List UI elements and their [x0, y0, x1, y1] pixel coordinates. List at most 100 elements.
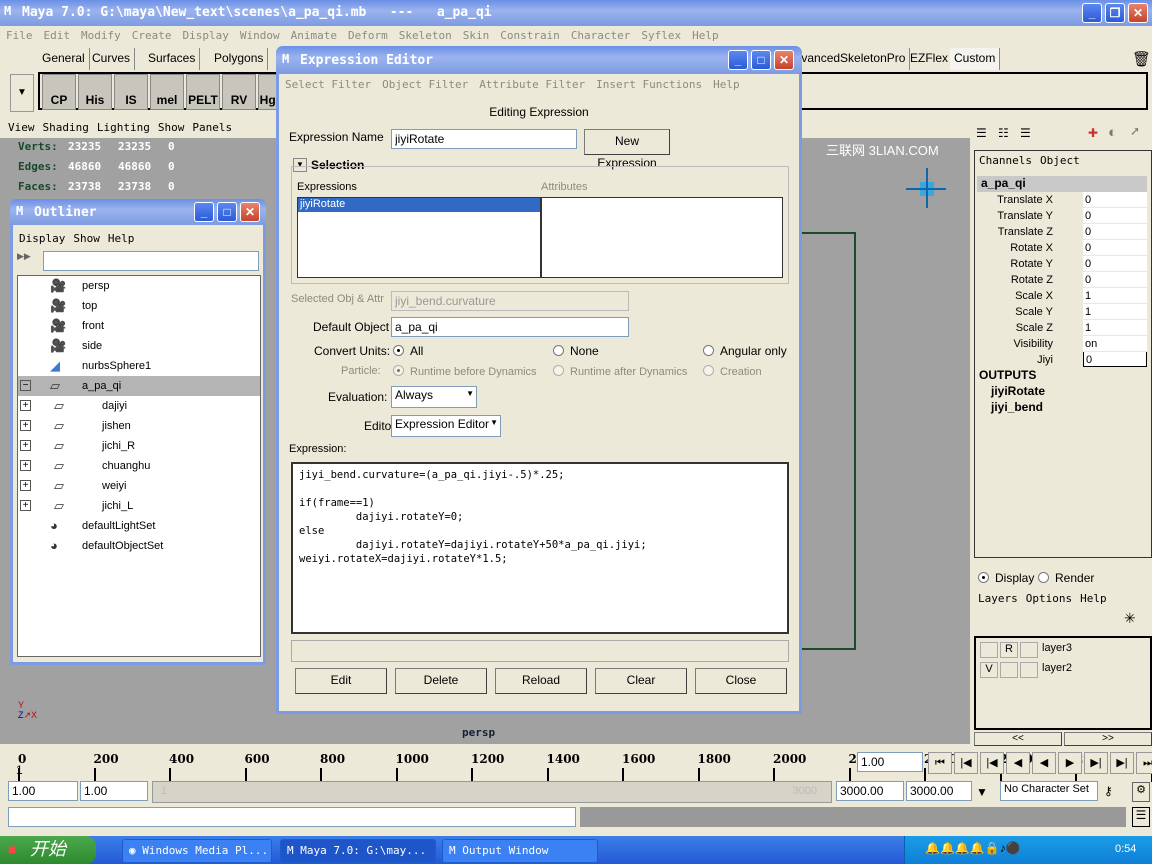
attributes-list[interactable]: [541, 197, 783, 278]
outliner-item[interactable]: 🎥 front: [18, 316, 260, 336]
close-button[interactable]: ✕: [774, 50, 794, 70]
channel-row[interactable]: Translate X 0: [975, 192, 1147, 208]
shading-icon[interactable]: ◐: [1108, 124, 1117, 141]
channel-value[interactable]: 0: [1083, 224, 1147, 239]
auto-key-icon[interactable]: ⚷: [1104, 784, 1113, 798]
edit-button[interactable]: Edit: [295, 668, 387, 694]
outliner-item[interactable]: ◕ defaultLightSet: [18, 516, 260, 536]
reload-button[interactable]: Reload: [495, 668, 587, 694]
layer-visibility-toggle[interactable]: [980, 642, 998, 658]
shelf-button-pelt[interactable]: PELT: [186, 74, 220, 110]
panel-menu-shading[interactable]: Shading: [43, 121, 89, 134]
channel-menu-object[interactable]: Object: [1040, 154, 1080, 167]
channel-row[interactable]: Rotate Y 0: [975, 256, 1147, 272]
shelf-tab-general[interactable]: General: [38, 48, 90, 70]
outliner-item[interactable]: + ▱ jichi_L: [18, 496, 260, 516]
expand-icon[interactable]: +: [20, 420, 31, 431]
menu-window[interactable]: Window: [240, 29, 280, 42]
shelf-button-is[interactable]: IS: [114, 74, 148, 110]
maximize-button[interactable]: □: [751, 50, 771, 70]
outliner-item[interactable]: 🎥 top: [18, 296, 260, 316]
output-item[interactable]: jiyi_bend: [991, 400, 1043, 414]
layer-prev-button[interactable]: <<: [974, 732, 1062, 746]
outliner-menu-help[interactable]: Help: [108, 232, 135, 245]
layer-render-toggle[interactable]: R: [1000, 642, 1018, 658]
shelf-tab-ezflex[interactable]: EZFlex: [906, 48, 954, 70]
channel-value[interactable]: on: [1083, 336, 1147, 351]
step-back-frame-icon[interactable]: |◀: [980, 752, 1004, 774]
start-button[interactable]: ■ 开始: [0, 836, 96, 864]
channel-menu-channels[interactable]: Channels: [979, 154, 1032, 167]
close-button[interactable]: ✕: [240, 202, 260, 222]
shelf-tab-curves[interactable]: Curves: [88, 48, 136, 70]
panel-menu-lighting[interactable]: Lighting: [97, 121, 150, 134]
expression-textarea[interactable]: jiyi_bend.curvature=(a_pa_qi.jiyi-.5)*.2…: [291, 462, 789, 634]
default-object-input[interactable]: [391, 317, 629, 337]
radio-angular-only[interactable]: Angular only: [703, 344, 787, 358]
layer-color-swatch[interactable]: [1020, 662, 1038, 678]
shelf-tab-custom[interactable]: Custom: [950, 48, 1001, 70]
expand-icon[interactable]: +: [20, 440, 31, 451]
arrow-icon[interactable]: ➚: [1130, 124, 1140, 138]
view-axis-cube-icon[interactable]: [906, 168, 946, 208]
anim-prefs-icon[interactable]: ⚙: [1132, 782, 1150, 802]
current-time-input[interactable]: [857, 752, 923, 772]
outliner-item[interactable]: 🎥 side: [18, 336, 260, 356]
channel-value[interactable]: 1: [1083, 304, 1147, 319]
end-time-input[interactable]: [906, 781, 972, 801]
layer-editor-icon[interactable]: ☷: [998, 126, 1009, 140]
channel-row[interactable]: Scale Y 1: [975, 304, 1147, 320]
outliner-item[interactable]: ◢ nurbsSphere1: [18, 356, 260, 376]
channel-value[interactable]: 0: [1083, 256, 1147, 271]
expression-name-input[interactable]: [391, 129, 577, 149]
outliner-item[interactable]: + ▱ jishen: [18, 416, 260, 436]
radio-render[interactable]: Render: [1038, 571, 1094, 585]
close-button[interactable]: ✕: [1128, 3, 1148, 23]
output-item[interactable]: jiyiRotate: [991, 384, 1045, 398]
menu-syflex[interactable]: Syflex: [641, 29, 681, 42]
manipulator-icon[interactable]: ✚: [1088, 126, 1098, 140]
outliner-menu-show[interactable]: Show: [73, 232, 100, 245]
character-set-dropdown-icon[interactable]: ▼: [976, 785, 988, 799]
channel-value[interactable]: 0: [1083, 208, 1147, 223]
ee-menu-item[interactable]: Object Filter: [382, 78, 468, 91]
step-back-key-icon[interactable]: |◀: [954, 752, 978, 774]
ee-menu-item[interactable]: Help: [713, 78, 740, 91]
layer-render-toggle[interactable]: [1000, 662, 1018, 678]
key-back-icon[interactable]: ◀: [1006, 752, 1030, 774]
menu-deform[interactable]: Deform: [348, 29, 388, 42]
menu-skin[interactable]: Skin: [463, 29, 490, 42]
outliner-item[interactable]: + ▱ dajiyi: [18, 396, 260, 416]
ee-menu-item[interactable]: Attribute Filter: [479, 78, 585, 91]
shelf-button-mel[interactable]: mel: [150, 74, 184, 110]
outliner-menu-display[interactable]: Display: [19, 232, 65, 245]
outliner-item[interactable]: 🎥 persp: [18, 276, 260, 296]
channel-row[interactable]: Translate Z 0: [975, 224, 1147, 240]
outliner-item[interactable]: + ▱ chuanghu: [18, 456, 260, 476]
outliner-item[interactable]: − ▱ a_pa_qi: [18, 376, 260, 396]
menu-modify[interactable]: Modify: [81, 29, 121, 42]
minimize-button[interactable]: _: [194, 202, 214, 222]
minimize-button[interactable]: _: [728, 50, 748, 70]
channel-value[interactable]: 0: [1083, 240, 1147, 255]
maximize-button[interactable]: □: [217, 202, 237, 222]
channel-row[interactable]: Scale X 1: [975, 288, 1147, 304]
shelf-collapse-icon[interactable]: ▼: [10, 74, 34, 112]
shelf-button-his[interactable]: His: [78, 74, 112, 110]
layer-row[interactable]: Vlayer2: [980, 662, 1130, 680]
shelf-tab-advancedskeletonpro[interactable]: advancedSkeletonPro: [784, 48, 911, 70]
expand-icon[interactable]: +: [20, 460, 31, 471]
radio-all[interactable]: All: [393, 344, 423, 358]
layer-visibility-toggle[interactable]: V: [980, 662, 998, 678]
delete-button[interactable]: Delete: [395, 668, 487, 694]
channel-value[interactable]: 0: [1083, 192, 1147, 207]
expression-item[interactable]: jiyiRotate: [298, 198, 540, 212]
channel-row[interactable]: Scale Z 1: [975, 320, 1147, 336]
channel-layer-icon[interactable]: ☰: [1020, 126, 1031, 140]
clear-button[interactable]: Clear: [595, 668, 687, 694]
ee-menu-item[interactable]: Insert Functions: [596, 78, 702, 91]
menu-constrain[interactable]: Constrain: [500, 29, 560, 42]
layers-menu-layers[interactable]: Layers: [978, 592, 1018, 605]
shelf-button-cp[interactable]: CP: [42, 74, 76, 110]
task-windows-media-player[interactable]: ◉ Windows Media Pl...: [122, 839, 272, 863]
